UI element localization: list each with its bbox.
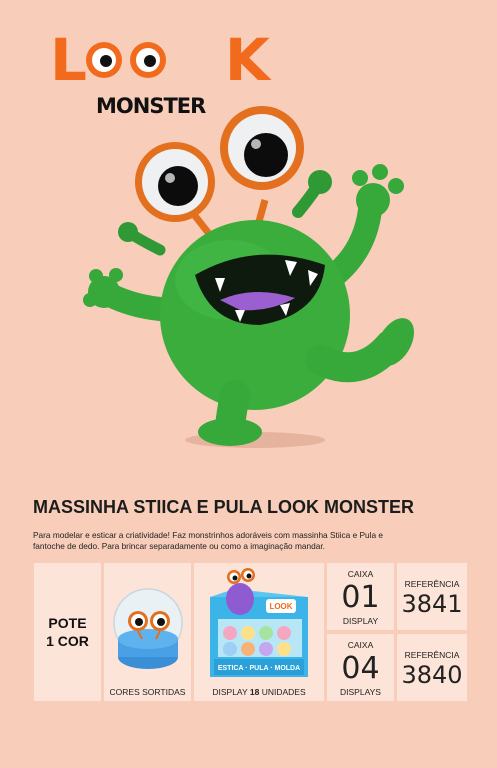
reference-label: REFERÊNCIA	[404, 650, 460, 660]
caixa-number: 01	[341, 580, 380, 615]
reference-label: REFERÊNCIA	[404, 579, 460, 589]
svg-text:LOOK: LOOK	[269, 602, 292, 611]
dough-jar-icon	[113, 588, 183, 669]
green-monster-illustration	[83, 106, 414, 448]
reference-number: 3840	[401, 661, 463, 689]
reference-cell-2: REFERÊNCIA 3840	[397, 634, 467, 701]
cores-cell: CORES SORTIDAS	[104, 563, 191, 701]
reference-number: 3841	[401, 590, 463, 618]
display-box-label: ESTICA · PULA · MOLDA	[218, 665, 300, 672]
reference-cell-1: REFERÊNCIA 3841	[397, 563, 467, 630]
caixa-label: CAIXA	[347, 640, 374, 650]
product-description: Para modelar e esticar a criatividade! F…	[33, 530, 384, 551]
display-cell: LOOK ESTICA · PULA · MOLDA DISPLAY 18 UN…	[194, 563, 324, 701]
caixa-unit: DISPLAY	[342, 616, 379, 626]
pote-cell: POTE 1 COR	[34, 563, 101, 701]
cores-caption: CORES SORTIDAS	[109, 687, 186, 697]
logo-eye-right-icon	[130, 42, 166, 78]
pote-label-line2: 1 COR	[46, 633, 89, 649]
caixa-cell-1: CAIXA 01 DISPLAY	[327, 563, 394, 630]
caixa-cell-2: CAIXA 04 DISPLAYS	[327, 634, 394, 701]
product-title: MASSINHA STIICA E PULA LOOK MONSTER	[33, 497, 415, 517]
pote-label-line1: POTE	[48, 615, 87, 631]
caixa-label: CAIXA	[347, 569, 374, 579]
display-box-icon: LOOK ESTICA · PULA · MOLDA	[210, 568, 308, 677]
caixa-unit: DISPLAYS	[340, 687, 381, 697]
display-caption: DISPLAY 18 UNIDADES	[212, 687, 306, 697]
logo-eye-left-icon	[86, 42, 122, 78]
caixa-number: 04	[341, 651, 380, 686]
